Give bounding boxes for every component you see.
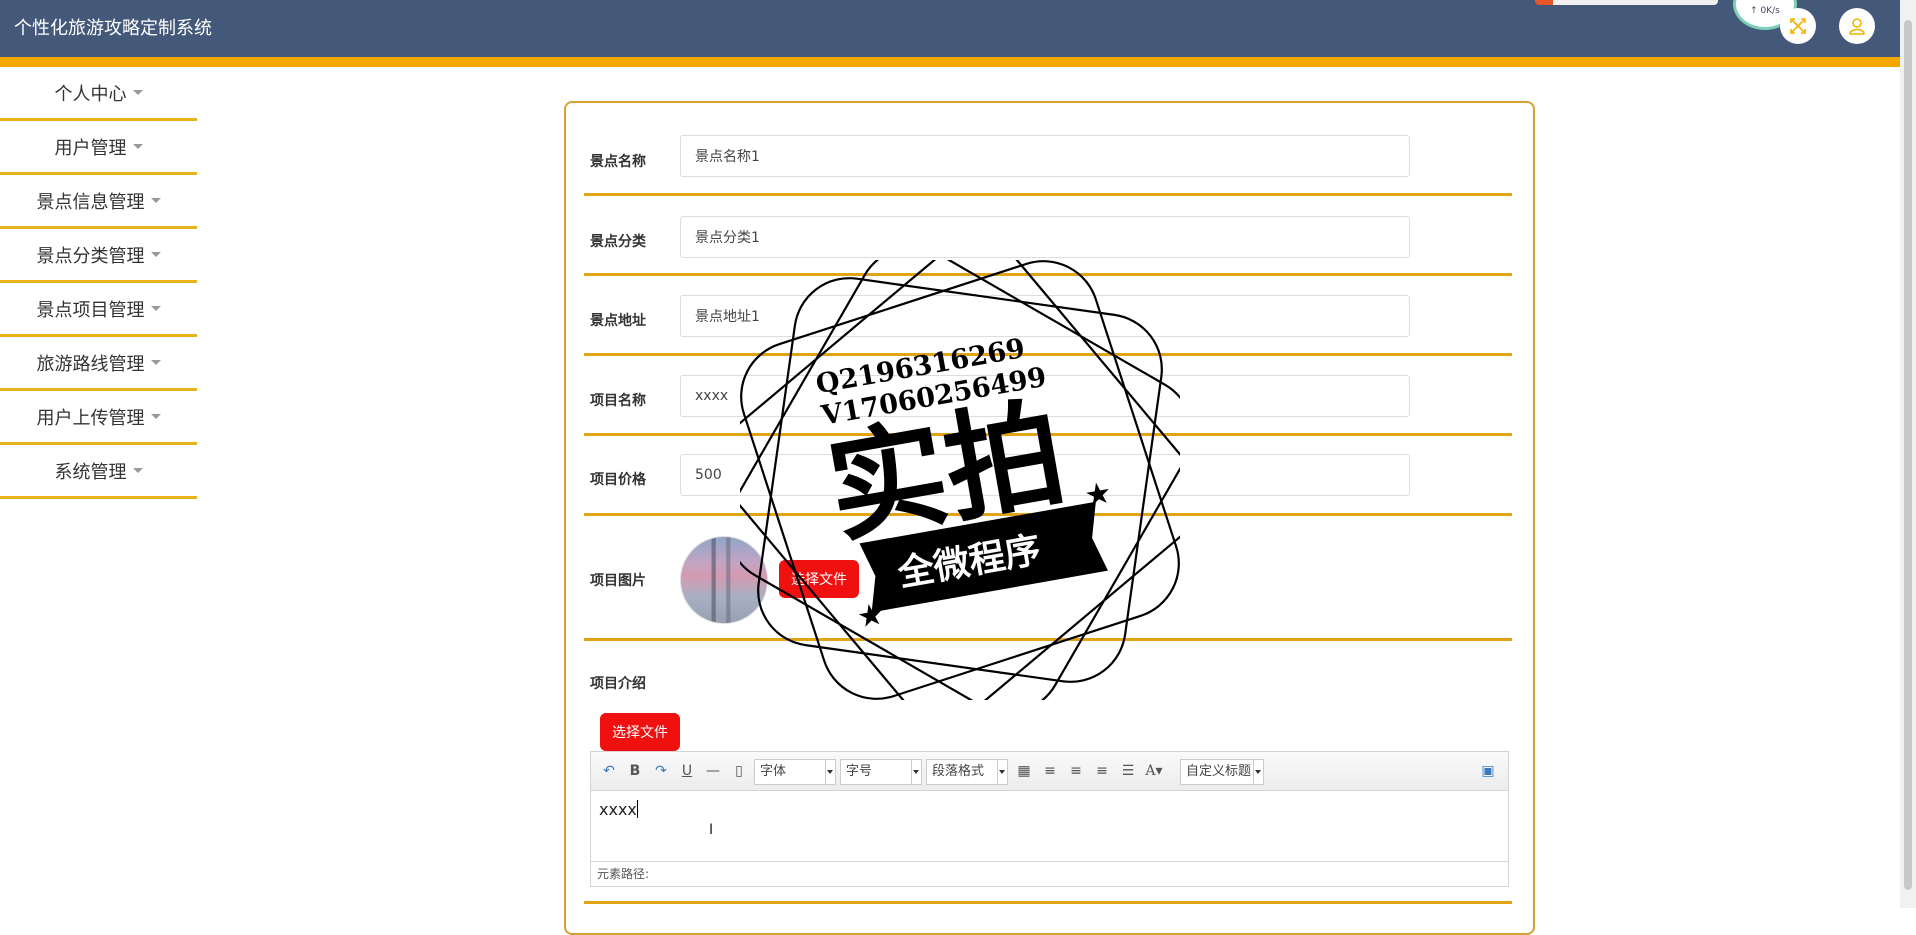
form-row-spot-address: 景点地址: [584, 276, 1512, 356]
form-row-spot-category: 景点分类: [584, 196, 1512, 276]
spot-name-input[interactable]: [680, 135, 1410, 177]
caret-down-icon: [150, 306, 161, 311]
new-document-icon[interactable]: ▯: [729, 762, 749, 780]
edit-form-card: 景点名称 景点分类 景点地址 项目名称 项目价格 项目图片 选择文件 项目介绍 …: [564, 101, 1535, 935]
align-right-icon[interactable]: ≡: [1066, 762, 1086, 780]
project-price-input[interactable]: [680, 454, 1410, 496]
sidebar-item-spot-category[interactable]: 景点分类管理: [0, 229, 197, 283]
sidebar-item-personal-center[interactable]: 个人中心: [0, 67, 197, 121]
font-size-select[interactable]: 字号: [840, 759, 922, 785]
sidebar-item-spot-project[interactable]: 景点项目管理: [0, 283, 197, 337]
chevron-down-icon: [997, 760, 1007, 784]
sidebar-item-user-management[interactable]: 用户管理: [0, 121, 197, 175]
project-image-label: 项目图片: [590, 573, 646, 589]
paragraph-format-value: 段落格式: [932, 764, 985, 779]
caret-down-icon: [150, 360, 161, 365]
sidebar-item-spot-info[interactable]: 景点信息管理: [0, 175, 197, 229]
caret-down-icon: [150, 252, 161, 257]
spot-name-label: 景点名称: [590, 154, 646, 170]
app-title: 个性化旅游攻略定制系统: [14, 18, 212, 39]
paragraph-format-select[interactable]: 段落格式: [926, 759, 1008, 785]
top-header: 个性化旅游攻略定制系统 ↑ 0K/s: [0, 0, 1900, 57]
sidebar-item-label: 用户管理: [54, 137, 127, 159]
choose-intro-file-button[interactable]: 选择文件: [600, 713, 680, 751]
project-image-preview: [680, 536, 768, 624]
caret-down-icon: [132, 468, 143, 473]
user-menu-button[interactable]: [1839, 8, 1875, 44]
editor-toolbar: ↶ B ↷ U — ▯ 字体 字号 段落格式 ▦ ≡ ≡ ≡ ☰ A▾ 自定义标…: [591, 752, 1508, 791]
editor-element-path: 元素路径:: [591, 861, 1508, 886]
project-name-input[interactable]: [680, 375, 1410, 417]
caret-down-icon: [132, 90, 143, 95]
sidebar-item-label: 系统管理: [54, 461, 127, 483]
project-price-label: 项目价格: [590, 472, 646, 488]
align-left-icon[interactable]: ≡: [1040, 762, 1060, 780]
spot-category-label: 景点分类: [590, 234, 646, 250]
align-center-icon[interactable]: ≡: [1092, 762, 1112, 780]
underline-icon[interactable]: U: [677, 762, 697, 780]
redo-icon[interactable]: ↷: [651, 762, 671, 780]
sidebar-item-label: 景点项目管理: [36, 299, 145, 321]
sidebar-item-label: 旅游路线管理: [36, 353, 145, 375]
font-family-select[interactable]: 字体: [754, 759, 836, 785]
sidebar-item-label: 用户上传管理: [36, 407, 145, 429]
editor-content-text: xxxx: [599, 800, 637, 819]
horizontal-rule-icon[interactable]: —: [703, 762, 723, 780]
form-row-project-name: 项目名称: [584, 356, 1512, 436]
text-caret: [636, 800, 638, 818]
fullscreen-icon: [1790, 18, 1806, 34]
form-row-project-price: 项目价格: [584, 436, 1512, 516]
editor-content[interactable]: xxxx: [599, 800, 638, 819]
sidebar-menu: 个人中心 用户管理 景点信息管理 景点分类管理 景点项目管理 旅游路线管理 用户…: [0, 67, 197, 499]
align-justify-icon[interactable]: ☰: [1118, 762, 1138, 780]
caret-down-icon: [132, 144, 143, 149]
bold-icon[interactable]: B: [625, 762, 645, 780]
chevron-down-icon: [1253, 760, 1263, 784]
spot-address-label: 景点地址: [590, 313, 646, 329]
choose-image-file-button[interactable]: 选择文件: [779, 560, 859, 598]
source-view-icon[interactable]: ▣: [1478, 762, 1498, 780]
text-cursor-icon: Ι: [709, 822, 714, 838]
sidebar-item-label: 景点分类管理: [36, 245, 145, 267]
sidebar-item-label: 景点信息管理: [36, 191, 145, 213]
page-scrollbar[interactable]: [1900, 0, 1916, 908]
header-accent-strip: [0, 57, 1900, 67]
table-icon[interactable]: ▦: [1014, 762, 1034, 780]
network-progress-bar: [1535, 0, 1718, 5]
sidebar-item-travel-route[interactable]: 旅游路线管理: [0, 337, 197, 391]
sidebar-item-user-upload[interactable]: 用户上传管理: [0, 391, 197, 445]
sidebar-item-system[interactable]: 系统管理: [0, 445, 197, 499]
chevron-down-icon: [825, 760, 835, 784]
custom-title-value: 自定义标题: [1186, 764, 1252, 779]
chevron-down-icon: [911, 760, 921, 784]
font-color-icon[interactable]: A▾: [1144, 762, 1164, 780]
scrollbar-thumb[interactable]: [1904, 20, 1912, 890]
sidebar-item-label: 个人中心: [54, 83, 127, 105]
user-icon: [1849, 18, 1865, 35]
project-intro-label: 项目介绍: [590, 676, 646, 692]
project-name-label: 项目名称: [590, 393, 646, 409]
form-row-spot-name: 景点名称: [584, 115, 1512, 196]
custom-title-select[interactable]: 自定义标题: [1180, 759, 1264, 785]
font-size-value: 字号: [846, 764, 873, 779]
form-row-project-image: 项目图片 选择文件: [584, 516, 1512, 641]
fullscreen-button[interactable]: [1780, 8, 1816, 44]
undo-icon[interactable]: ↶: [599, 762, 619, 780]
spot-category-input[interactable]: [680, 216, 1410, 258]
caret-down-icon: [150, 198, 161, 203]
caret-down-icon: [150, 414, 161, 419]
font-family-value: 字体: [760, 764, 787, 779]
rich-text-editor: ↶ B ↷ U — ▯ 字体 字号 段落格式 ▦ ≡ ≡ ≡ ☰ A▾ 自定义标…: [590, 751, 1509, 887]
spot-address-input[interactable]: [680, 295, 1410, 337]
